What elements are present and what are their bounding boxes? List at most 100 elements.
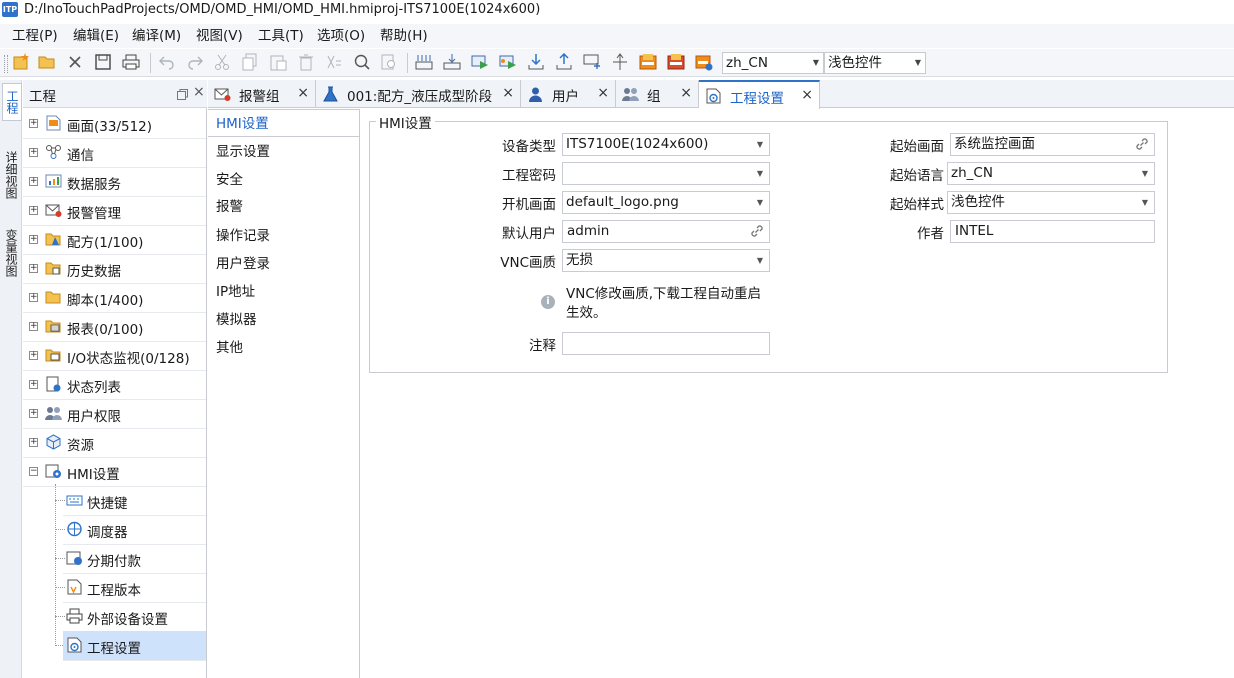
style-select[interactable]: 浅色控件 ▼ xyxy=(824,52,926,74)
library-icon[interactable] xyxy=(639,53,657,71)
new-project-icon[interactable] xyxy=(12,53,30,71)
expand-icon[interactable]: + xyxy=(29,322,38,331)
tab-close-icon[interactable]: × xyxy=(502,85,514,101)
tree-item-scheduler[interactable]: 调度器 xyxy=(63,515,206,545)
paste-icon[interactable] xyxy=(269,53,287,71)
menu-options[interactable]: 选项(O) xyxy=(317,27,365,45)
undo-icon[interactable] xyxy=(158,53,176,71)
password-select[interactable]: ▼ xyxy=(562,162,770,185)
tree-item-installment[interactable]: 分期付款 xyxy=(63,544,206,574)
copy-icon[interactable] xyxy=(241,53,259,71)
tree-item-communication[interactable]: + 通信 xyxy=(23,138,206,168)
find-in-files-icon[interactable] xyxy=(380,53,398,71)
tree-item-reports[interactable]: + 报表(0/100) xyxy=(23,312,206,342)
offline-simulation-icon[interactable] xyxy=(471,53,489,71)
tab-group[interactable]: 组 × xyxy=(616,80,699,108)
compile-icon[interactable] xyxy=(415,53,433,71)
expand-icon[interactable]: + xyxy=(29,235,38,244)
tree-item-recipes[interactable]: + 配方(1/100) xyxy=(23,225,206,255)
tree-item-hmi-settings[interactable]: − HMI设置 xyxy=(23,457,206,487)
library-settings-icon[interactable] xyxy=(695,53,713,71)
nav-user-login[interactable]: 用户登录 xyxy=(208,250,359,278)
expand-icon[interactable]: + xyxy=(29,148,38,157)
upload-icon[interactable] xyxy=(555,53,573,71)
float-panel-icon[interactable] xyxy=(177,89,188,100)
toolbar-grip[interactable] xyxy=(4,55,8,73)
nav-hmi-settings[interactable]: HMI设置 xyxy=(208,109,359,137)
align-icon[interactable] xyxy=(611,53,629,71)
nav-other[interactable]: 其他 xyxy=(208,334,359,362)
menu-tools[interactable]: 工具(T) xyxy=(258,27,304,45)
download-icon[interactable] xyxy=(527,53,545,71)
tree-item-io-monitor[interactable]: + I/O状态监视(0/128) xyxy=(23,341,206,371)
tab-recipe[interactable]: 001:配方_液压成型阶段 × xyxy=(316,80,521,108)
expand-icon[interactable]: + xyxy=(29,206,38,215)
tree-item-status-list[interactable]: + 状态列表 xyxy=(23,370,206,400)
build-download-icon[interactable] xyxy=(443,53,461,71)
expand-icon[interactable]: + xyxy=(29,351,38,360)
collapse-icon[interactable]: − xyxy=(29,467,38,476)
expand-icon[interactable]: + xyxy=(29,119,38,128)
tree-item-screens[interactable]: + 画面(33/512) xyxy=(23,109,206,139)
close-project-icon[interactable] xyxy=(66,53,84,71)
expand-icon[interactable]: + xyxy=(29,293,38,302)
author-field[interactable]: INTEL xyxy=(950,220,1155,243)
delete-icon[interactable] xyxy=(297,53,315,71)
tab-close-icon[interactable]: × xyxy=(680,85,692,101)
close-panel-icon[interactable]: × xyxy=(193,84,205,100)
start-style-select[interactable]: 浅色控件 ▼ xyxy=(947,191,1155,214)
tree-item-scripts[interactable]: + 脚本(1/400) xyxy=(23,283,206,313)
tree-item-external-devices[interactable]: 外部设备设置 xyxy=(63,602,206,632)
nav-operation-log[interactable]: 操作记录 xyxy=(208,222,359,250)
tree-item-user-permissions[interactable]: + 用户权限 xyxy=(23,399,206,429)
expand-icon[interactable]: + xyxy=(29,177,38,186)
expand-icon[interactable]: + xyxy=(29,264,38,273)
side-tab-variable-view[interactable]: 变量视图 xyxy=(2,218,20,288)
expand-icon[interactable]: + xyxy=(29,438,38,447)
tree-item-project-version[interactable]: 工程版本 xyxy=(63,573,206,603)
link-icon[interactable] xyxy=(1134,136,1150,152)
start-screen-field[interactable]: 系统监控画面 xyxy=(950,133,1155,156)
expand-icon[interactable]: + xyxy=(29,409,38,418)
language-select[interactable]: zh_CN ▼ xyxy=(722,52,824,74)
print-icon[interactable] xyxy=(122,53,140,71)
menu-edit[interactable]: 编辑(E) xyxy=(73,27,119,45)
tree-item-shortcuts[interactable]: 快捷键 xyxy=(63,486,206,516)
menu-project[interactable]: 工程(P) xyxy=(12,27,58,45)
tree-item-data-service[interactable]: + 数据服务 xyxy=(23,167,206,197)
menu-compile[interactable]: 编译(M) xyxy=(132,27,181,45)
side-tab-project[interactable]: 工程 xyxy=(2,83,22,121)
tab-project-settings[interactable]: 工程设置 × xyxy=(699,80,820,109)
start-language-select[interactable]: zh_CN ▼ xyxy=(947,162,1155,185)
replace-icon[interactable] xyxy=(325,53,343,71)
link-icon[interactable] xyxy=(749,223,765,239)
comment-field[interactable] xyxy=(562,332,770,355)
menu-help[interactable]: 帮助(H) xyxy=(380,27,428,45)
cut-icon[interactable] xyxy=(213,53,231,71)
menu-view[interactable]: 视图(V) xyxy=(196,27,243,45)
online-simulation-icon[interactable] xyxy=(499,53,517,71)
open-folder-icon[interactable] xyxy=(38,53,56,71)
vnc-quality-select[interactable]: 无损 ▼ xyxy=(562,249,770,272)
transfer-icon[interactable] xyxy=(583,53,601,71)
library-export-icon[interactable] xyxy=(667,53,685,71)
tab-close-icon[interactable]: × xyxy=(801,87,813,103)
tab-user[interactable]: 用户 × xyxy=(521,80,616,108)
tree-item-project-settings[interactable]: 工程设置 xyxy=(63,631,206,661)
tab-close-icon[interactable]: × xyxy=(597,85,609,101)
default-user-field[interactable]: admin xyxy=(562,220,770,243)
nav-security[interactable]: 安全 xyxy=(208,166,359,194)
nav-simulator[interactable]: 模拟器 xyxy=(208,306,359,334)
save-icon[interactable] xyxy=(94,53,112,71)
tree-item-alarm-management[interactable]: + 报警管理 xyxy=(23,196,206,226)
search-icon[interactable] xyxy=(353,53,371,71)
nav-ip-address[interactable]: IP地址 xyxy=(208,278,359,306)
nav-display-settings[interactable]: 显示设置 xyxy=(208,138,359,166)
tab-alarm-group[interactable]: 报警组 × xyxy=(208,80,316,108)
tree-item-resources[interactable]: + 资源 xyxy=(23,428,206,458)
expand-icon[interactable]: + xyxy=(29,380,38,389)
side-tab-detail-view[interactable]: 详细视图 xyxy=(2,140,20,210)
redo-icon[interactable] xyxy=(186,53,204,71)
boot-screen-select[interactable]: default_logo.png ▼ xyxy=(562,191,770,214)
nav-alarm[interactable]: 报警 xyxy=(208,193,359,221)
